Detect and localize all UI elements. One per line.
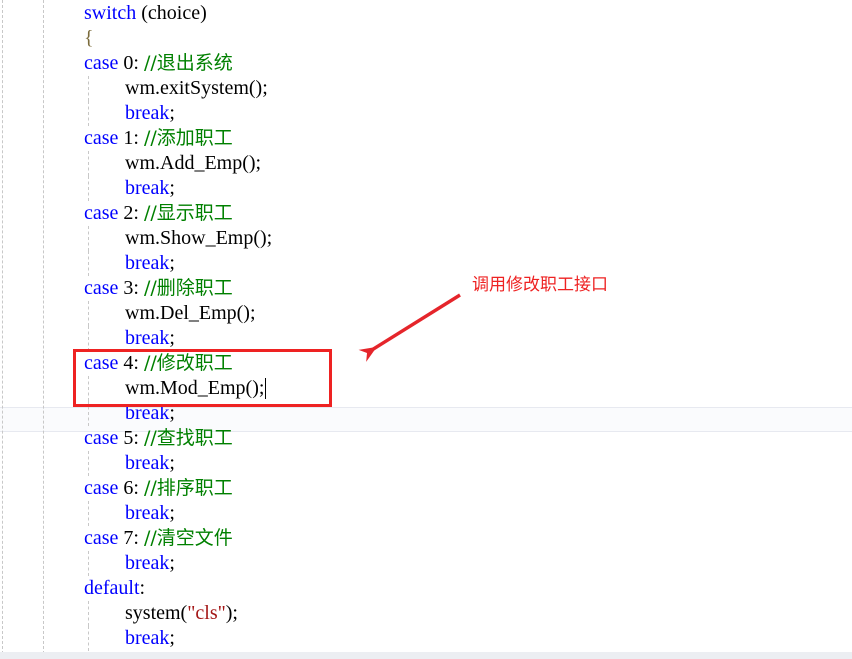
code-line[interactable]: system("cls"); — [0, 601, 852, 626]
code-line[interactable]: case 6: //排序职工 — [0, 476, 852, 501]
code-line[interactable]: break; — [0, 176, 852, 201]
code-token-num: 6: — [118, 477, 144, 499]
code-token-num: 5: — [118, 427, 144, 449]
code-token-num: 3: — [118, 277, 144, 299]
code-token-pun: ; — [169, 502, 175, 524]
code-line[interactable]: break; — [0, 251, 852, 276]
code-token-kw: break — [125, 177, 170, 199]
code-token-num: 7: — [118, 527, 144, 549]
code-token-cmt: //清空文件 — [143, 527, 233, 549]
bottom-status-strip — [0, 652, 852, 659]
code-token-cmt: //显示职工 — [143, 202, 233, 224]
code-token-pun: : — [139, 577, 146, 599]
code-token-pun: wm.Show_Emp(); — [125, 227, 273, 249]
code-token-pun: ; — [169, 452, 175, 474]
code-token-pun: ); — [225, 602, 238, 624]
code-line[interactable]: wm.exitSystem(); — [0, 76, 852, 101]
code-token-kw: break — [125, 327, 170, 349]
code-token-brace: { — [84, 27, 94, 49]
code-token-cmt: //添加职工 — [143, 127, 233, 149]
code-line[interactable]: break; — [0, 451, 852, 476]
code-token-kw: break — [125, 102, 170, 124]
code-line[interactable]: { — [0, 26, 852, 51]
code-token-kw: break — [125, 452, 170, 474]
code-token-num: 2: — [118, 202, 144, 224]
code-line[interactable]: switch (choice) — [0, 1, 852, 26]
code-token-cmt: //查找职工 — [143, 427, 233, 449]
code-token-pun: ; — [169, 177, 175, 199]
code-line[interactable]: case 7: //清空文件 — [0, 526, 852, 551]
code-line[interactable]: case 2: //显示职工 — [0, 201, 852, 226]
code-token-pun: ; — [169, 627, 175, 649]
code-token-kw: case — [84, 427, 119, 449]
code-line[interactable]: default: — [0, 576, 852, 601]
code-token-kw: case — [84, 277, 119, 299]
code-line[interactable]: break; — [0, 626, 852, 651]
code-token-pun: ; — [169, 327, 175, 349]
code-token-cmt: //排序职工 — [143, 477, 233, 499]
code-editor-screenshot: switch (choice){case 0: //退出系统 wm.exitSys… — [0, 0, 852, 659]
code-line[interactable]: wm.Add_Emp(); — [0, 151, 852, 176]
code-token-num: 0: — [118, 52, 144, 74]
code-line[interactable]: break; — [0, 551, 852, 576]
code-token-kw: case — [84, 127, 119, 149]
code-token-kw: break — [125, 502, 170, 524]
code-line[interactable]: break; — [0, 101, 852, 126]
code-token-pun: (choice) — [136, 2, 207, 24]
code-line[interactable]: case 1: //添加职工 — [0, 126, 852, 151]
code-token-pun: ; — [169, 552, 175, 574]
code-token-kw: break — [125, 252, 170, 274]
code-line[interactable]: wm.Del_Emp(); — [0, 301, 852, 326]
code-line[interactable]: break; — [0, 501, 852, 526]
code-token-pun: ; — [169, 102, 175, 124]
annotation-label: 调用修改职工接口 — [472, 275, 608, 295]
code-token-pun: wm.exitSystem(); — [125, 77, 268, 99]
code-token-kw: case — [84, 477, 119, 499]
code-token-num: 1: — [118, 127, 144, 149]
code-token-kw: case — [84, 527, 119, 549]
code-line[interactable]: wm.Show_Emp(); — [0, 226, 852, 251]
code-token-pun: ; — [169, 252, 175, 274]
code-token-pun: wm.Add_Emp(); — [125, 152, 262, 174]
code-token-kw: case — [84, 202, 119, 224]
code-token-pun: system( — [125, 602, 188, 624]
code-token-cmt: //删除职工 — [143, 277, 233, 299]
code-text-area[interactable]: switch (choice){case 0: //退出系统 wm.exitSys… — [0, 0, 852, 652]
code-line[interactable]: break; — [0, 326, 852, 351]
code-token-kw: break — [125, 552, 170, 574]
code-token-kw: default — [84, 577, 140, 599]
code-token-pun: wm.Del_Emp(); — [125, 302, 256, 324]
code-line[interactable]: case 3: //删除职工 — [0, 276, 852, 301]
code-token-kw: case — [84, 52, 119, 74]
code-line[interactable]: case 5: //查找职工 — [0, 426, 852, 451]
code-line[interactable]: case 0: //退出系统 — [0, 51, 852, 76]
code-token-cmt: //退出系统 — [143, 52, 233, 74]
code-token-kw: break — [125, 627, 170, 649]
code-token-str: "cls" — [187, 602, 226, 624]
annotation-highlight-box — [73, 349, 332, 407]
code-token-kw: switch — [84, 2, 137, 24]
